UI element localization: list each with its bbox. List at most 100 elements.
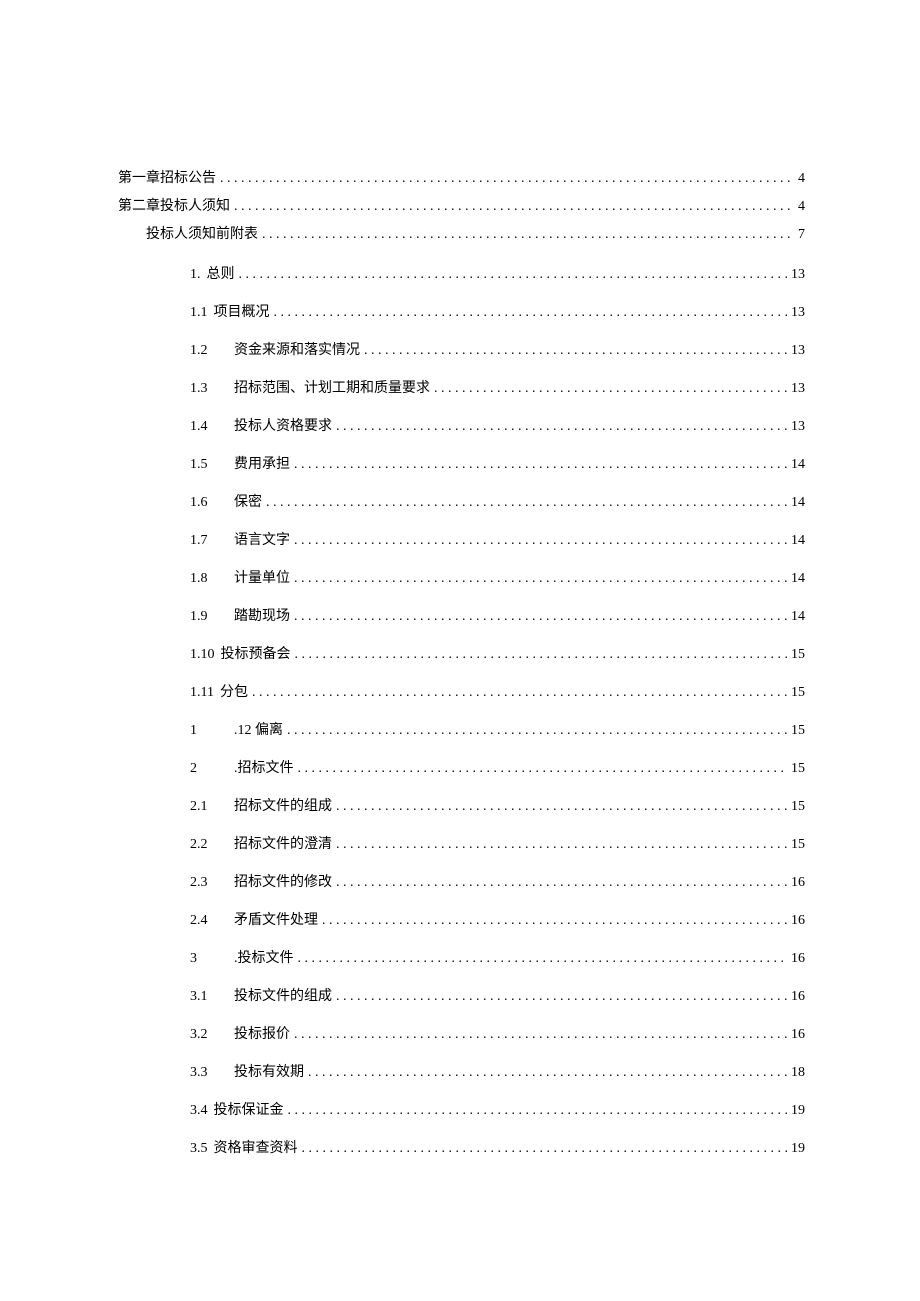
toc-entry-number: 1.7 xyxy=(190,534,234,548)
toc-leader-dots xyxy=(336,838,787,852)
toc-entry-page: 4 xyxy=(798,172,805,186)
toc-entry-page: 13 xyxy=(791,344,805,358)
toc-entry-page: 14 xyxy=(791,534,805,548)
toc-leader-dots xyxy=(220,172,794,186)
toc-row: 1.5费用承担14 xyxy=(118,458,805,472)
toc-row: 1.7语言文字 14 xyxy=(118,534,805,548)
toc-entry-label: 语言文字 xyxy=(234,534,290,548)
toc-row: 1.1项目概况 13 xyxy=(118,306,805,320)
toc-entry-label: 第二章投标人须知 xyxy=(118,200,230,214)
toc-entry-number: 2.2 xyxy=(190,838,234,852)
toc-entry-number: 3 xyxy=(190,952,234,966)
toc-entry-label: 第一章招标公告 xyxy=(118,172,216,186)
toc-entry-number: 1.11 xyxy=(190,686,220,700)
toc-leader-dots xyxy=(294,610,787,624)
toc-entry-label: .投标文件 xyxy=(234,952,294,966)
toc-entry-label: 投标保证金 xyxy=(214,1104,284,1118)
toc-leader-dots xyxy=(336,800,787,814)
toc-row: 3.5资格审查资料19 xyxy=(118,1142,805,1156)
toc-row: 1.3招标范围、计划工期和质量要求13 xyxy=(118,382,805,396)
toc-leader-dots xyxy=(434,382,787,396)
toc-row: 3.投标文件16 xyxy=(118,952,805,966)
toc-entry-number: 3.1 xyxy=(190,990,234,1004)
toc-leader-dots xyxy=(287,724,787,738)
toc-entry-label: 踏勘现场 xyxy=(234,610,290,624)
toc-row: 1.12 偏离15 xyxy=(118,724,805,738)
toc-leader-dots xyxy=(262,228,794,242)
toc-entry-page: 15 xyxy=(791,838,805,852)
toc-entry-label: .招标文件 xyxy=(234,762,294,776)
toc-entry-page: 7 xyxy=(798,228,805,242)
toc-leader-dots xyxy=(364,344,787,358)
toc-row: 3.1投标文件的组成 16 xyxy=(118,990,805,1004)
toc-entry-page: 13 xyxy=(791,420,805,434)
toc-entry-number: 1.9 xyxy=(190,610,234,624)
toc-entry-page: 13 xyxy=(791,306,805,320)
toc-entry-number: 1.2 xyxy=(190,344,234,358)
toc-row: 投标人须知前附表 7 xyxy=(118,228,805,242)
toc-leader-dots xyxy=(234,200,794,214)
toc-entry-number: 1.8 xyxy=(190,572,234,586)
toc-entry-label: 分包 xyxy=(220,686,248,700)
toc-entry-page: 15 xyxy=(791,762,805,776)
toc-row: 1.6保密14 xyxy=(118,496,805,510)
toc-entry-label: .12 偏离 xyxy=(234,724,283,738)
toc-row: 第一章招标公告 4 xyxy=(118,172,805,186)
toc-row: 第二章投标人须知4 xyxy=(118,200,805,214)
toc-entry-label: 矛盾文件处理 xyxy=(234,914,318,928)
toc-entry-number: 3.3 xyxy=(190,1066,234,1080)
toc-leader-dots xyxy=(288,1104,788,1118)
toc-entry-label: 资金来源和落实情况 xyxy=(234,344,360,358)
toc-row: 3.2投标报价16 xyxy=(118,1028,805,1042)
toc-entry-label: 招标文件的组成 xyxy=(234,800,332,814)
toc-entry-number: 2.3 xyxy=(190,876,234,890)
toc-entry-page: 16 xyxy=(791,876,805,890)
toc-leader-dots xyxy=(252,686,787,700)
toc-entry-number: 1.5 xyxy=(190,458,234,472)
toc-entry-page: 15 xyxy=(791,724,805,738)
toc-leader-dots xyxy=(298,762,788,776)
toc-leader-dots xyxy=(336,990,787,1004)
toc-leader-dots xyxy=(239,268,788,282)
toc-entry-number: 1.10 xyxy=(190,648,221,662)
toc-entry-page: 14 xyxy=(791,610,805,624)
toc-row: 1.9踏勘现场 14 xyxy=(118,610,805,624)
toc-entry-label: 投标文件的组成 xyxy=(234,990,332,1004)
toc-entry-page: 14 xyxy=(791,496,805,510)
toc-entry-label: 投标有效期 xyxy=(234,1066,304,1080)
toc-leader-dots xyxy=(294,458,787,472)
toc-entry-label: 招标文件的澄清 xyxy=(234,838,332,852)
toc-entry-number: 2.1 xyxy=(190,800,234,814)
toc-entry-number: 3.2 xyxy=(190,1028,234,1042)
toc-entry-page: 14 xyxy=(791,458,805,472)
toc-entry-number: 2 xyxy=(190,762,234,776)
toc-container: 第一章招标公告4第二章投标人须知4投标人须知前附表71.总则131.1项目概况1… xyxy=(118,172,805,1156)
toc-leader-dots xyxy=(302,1142,788,1156)
toc-entry-label: 投标报价 xyxy=(234,1028,290,1042)
toc-entry-label: 总则 xyxy=(207,268,235,282)
toc-row: 3.3投标有效期18 xyxy=(118,1066,805,1080)
toc-leader-dots xyxy=(322,914,787,928)
toc-entry-label: 招标范围、计划工期和质量要求 xyxy=(234,382,430,396)
toc-row: 2.2招标文件的澄清 15 xyxy=(118,838,805,852)
toc-entry-number: 1.1 xyxy=(190,306,214,320)
toc-row: 1.8计量单位 14 xyxy=(118,572,805,586)
toc-leader-dots xyxy=(336,876,787,890)
toc-row: 2.3招标文件的修改 16 xyxy=(118,876,805,890)
toc-entry-label: 投标人须知前附表 xyxy=(146,228,258,242)
toc-entry-page: 15 xyxy=(791,686,805,700)
toc-entry-page: 19 xyxy=(791,1142,805,1156)
toc-entry-number: 2.4 xyxy=(190,914,234,928)
toc-row: 1.2资金来源和落实情况 13 xyxy=(118,344,805,358)
toc-row: 1.10投标预备会15 xyxy=(118,648,805,662)
toc-page: 第一章招标公告4第二章投标人须知4投标人须知前附表71.总则131.1项目概况1… xyxy=(0,0,920,1301)
toc-entry-page: 14 xyxy=(791,572,805,586)
toc-entry-number: 1.6 xyxy=(190,496,234,510)
toc-leader-dots xyxy=(274,306,788,320)
toc-entry-page: 16 xyxy=(791,990,805,1004)
toc-entry-number: 3.5 xyxy=(190,1142,214,1156)
toc-row: 2.招标文件 15 xyxy=(118,762,805,776)
toc-entry-label: 招标文件的修改 xyxy=(234,876,332,890)
toc-entry-label: 计量单位 xyxy=(234,572,290,586)
toc-entry-label: 项目概况 xyxy=(214,306,270,320)
